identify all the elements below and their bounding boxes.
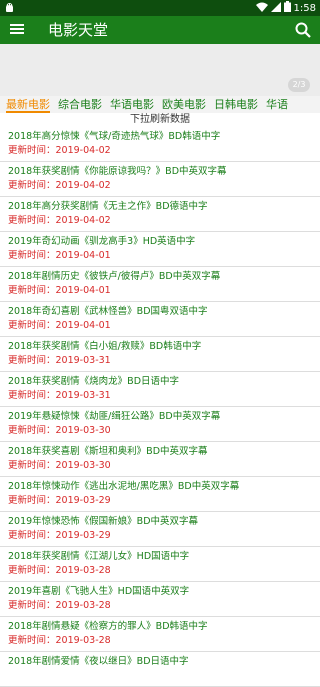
status-time: 1:58 bbox=[293, 2, 316, 14]
battery-icon bbox=[283, 1, 291, 15]
tab-japanese-korean[interactable]: 日韩电影 bbox=[214, 96, 258, 113]
movie-list: 2018年高分惊悚《气球/奇迹热气球》BD韩语中字 更新时间：2019-04-02… bbox=[0, 127, 320, 687]
item-title: 2019年奇幻动画《驯龙高手3》HD英语中字 bbox=[8, 236, 196, 247]
tab-general[interactable]: 综合电影 bbox=[58, 96, 102, 113]
tab-chinese[interactable]: 华语电影 bbox=[110, 96, 154, 113]
list-item[interactable]: 2018年获奖喜剧《斯坦和奥利》BD中英双字幕 更新时间：2019-03-30 bbox=[0, 442, 320, 477]
item-date: 更新时间：2019-03-29 bbox=[8, 495, 111, 506]
item-title: 2019年喜剧《飞驰人生》HD国语中英双字 bbox=[8, 586, 190, 597]
list-item[interactable]: 2018年剧情历史《彼铁卢/彼得卢》BD中英双字幕 更新时间：2019-04-01 bbox=[0, 267, 320, 302]
hamburger-icon[interactable] bbox=[10, 22, 24, 38]
item-title: 2018年获奖剧情《江湖儿女》HD国语中字 bbox=[8, 551, 190, 562]
tab-western[interactable]: 欧美电影 bbox=[162, 96, 206, 113]
list-item[interactable]: 2018年获奖剧情《烧肉龙》BD日语中字 更新时间：2019-03-31 bbox=[0, 372, 320, 407]
item-title: 2018年剧情悬疑《检察方的罪人》BD韩语中字 bbox=[8, 621, 208, 632]
android-icon bbox=[4, 2, 15, 16]
item-date: 更新时间：2019-03-29 bbox=[8, 530, 111, 541]
item-date: 更新时间：2019-04-02 bbox=[8, 180, 111, 191]
item-date: 更新时间：2019-03-28 bbox=[8, 565, 111, 576]
list-item[interactable]: 2018年惊悚动作《逃出水泥地/黑吃黑》BD中英双字幕 更新时间：2019-03-… bbox=[0, 477, 320, 512]
app-title: 电影天堂 bbox=[48, 21, 109, 39]
item-title: 2018年剧情爱情《夜以继日》BD日语中字 bbox=[8, 656, 189, 667]
page-indicator: 2/3 bbox=[288, 78, 310, 92]
item-title: 2018年获奖剧情《你能原谅我吗？》BD中英双字幕 bbox=[8, 166, 227, 177]
tab-latest[interactable]: 最新电影 bbox=[6, 96, 50, 113]
list-item[interactable]: 2018年获奖剧情《你能原谅我吗？》BD中英双字幕 更新时间：2019-04-02 bbox=[0, 162, 320, 197]
item-date: 更新时间：2019-04-01 bbox=[8, 285, 111, 296]
list-item[interactable]: 2019年奇幻动画《驯龙高手3》HD英语中字 更新时间：2019-04-01 bbox=[0, 232, 320, 267]
item-date: 更新时间：2019-03-30 bbox=[8, 425, 111, 436]
signal-icon bbox=[270, 1, 281, 15]
item-title: 2018年高分惊悚《气球/奇迹热气球》BD韩语中字 bbox=[8, 131, 221, 142]
category-tabs: 最新电影 综合电影 华语电影 欧美电影 日韩电影 华语 bbox=[0, 96, 320, 113]
item-title: 2018年获奖剧情《白小姐/救赎》BD韩语中字 bbox=[8, 341, 202, 352]
item-title: 2018年奇幻喜剧《武林怪兽》BD国粤双语中字 bbox=[8, 306, 208, 317]
item-date: 更新时间：2019-03-31 bbox=[8, 355, 111, 366]
list-item[interactable]: 2018年奇幻喜剧《武林怪兽》BD国粤双语中字 更新时间：2019-04-01 bbox=[0, 302, 320, 337]
item-title: 2018年获奖剧情《烧肉龙》BD日语中字 bbox=[8, 376, 180, 387]
pull-refresh-hint: 下拉刷新数据 bbox=[130, 114, 190, 125]
list-item[interactable]: 2018年获奖剧情《白小姐/救赎》BD韩语中字 更新时间：2019-03-31 bbox=[0, 337, 320, 372]
item-title: 2019年悬疑惊悚《劫匪/缉狂公路》BD中英双字幕 bbox=[8, 411, 221, 422]
item-title: 2018年获奖喜剧《斯坦和奥利》BD中英双字幕 bbox=[8, 446, 208, 457]
app-bar: 电影天堂 bbox=[0, 16, 320, 44]
tab-chinese-more[interactable]: 华语 bbox=[266, 96, 288, 113]
wifi-icon bbox=[255, 2, 268, 15]
item-date: 更新时间：2019-03-30 bbox=[8, 460, 111, 471]
banner-carousel[interactable]: 2/3 bbox=[0, 44, 320, 96]
search-icon[interactable] bbox=[294, 21, 312, 39]
item-date: 更新时间：2019-04-01 bbox=[8, 250, 111, 261]
item-date: 更新时间：2019-04-02 bbox=[8, 215, 111, 226]
item-title: 2018年高分获奖剧情《无主之作》BD德语中字 bbox=[8, 201, 208, 212]
item-date: 更新时间：2019-03-28 bbox=[8, 600, 111, 611]
item-date: 更新时间：2019-03-28 bbox=[8, 635, 111, 646]
item-date: 更新时间：2019-03-31 bbox=[8, 390, 111, 401]
status-bar: 1:58 bbox=[0, 0, 320, 16]
item-title: 2019年惊悚恐怖《假国新娘》BD中英双字幕 bbox=[8, 516, 199, 527]
item-date: 更新时间：2019-04-02 bbox=[8, 145, 111, 156]
list-item[interactable]: 2019年悬疑惊悚《劫匪/缉狂公路》BD中英双字幕 更新时间：2019-03-30 bbox=[0, 407, 320, 442]
list-item[interactable]: 2019年喜剧《飞驰人生》HD国语中英双字 更新时间：2019-03-28 bbox=[0, 582, 320, 617]
list-item[interactable]: 2018年剧情爱情《夜以继日》BD日语中字 bbox=[0, 652, 320, 687]
item-title: 2018年剧情历史《彼铁卢/彼得卢》BD中英双字幕 bbox=[8, 271, 221, 282]
list-item[interactable]: 2018年高分惊悚《气球/奇迹热气球》BD韩语中字 更新时间：2019-04-02 bbox=[0, 127, 320, 162]
list-item[interactable]: 2018年高分获奖剧情《无主之作》BD德语中字 更新时间：2019-04-02 bbox=[0, 197, 320, 232]
list-item[interactable]: 2019年惊悚恐怖《假国新娘》BD中英双字幕 更新时间：2019-03-29 bbox=[0, 512, 320, 547]
item-title: 2018年惊悚动作《逃出水泥地/黑吃黑》BD中英双字幕 bbox=[8, 481, 240, 492]
list-item[interactable]: 2018年剧情悬疑《检察方的罪人》BD韩语中字 更新时间：2019-03-28 bbox=[0, 617, 320, 652]
list-item[interactable]: 2018年获奖剧情《江湖儿女》HD国语中字 更新时间：2019-03-28 bbox=[0, 547, 320, 582]
item-date: 更新时间：2019-04-01 bbox=[8, 320, 111, 331]
